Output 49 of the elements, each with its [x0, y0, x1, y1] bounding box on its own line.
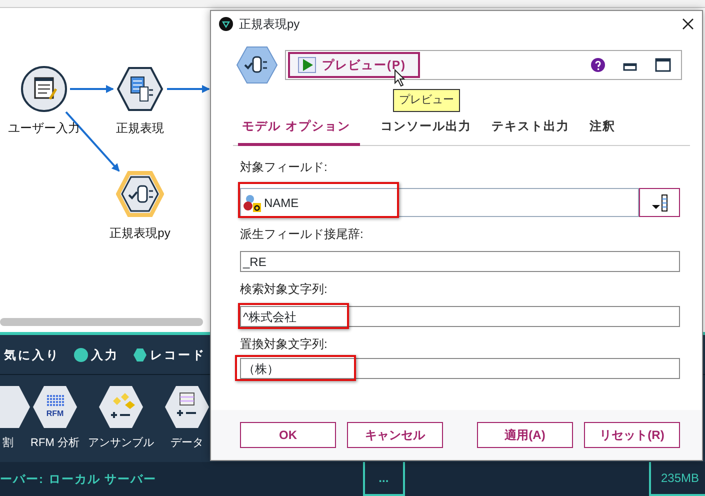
preview-button[interactable]: プレビュー(P): [288, 52, 420, 78]
node-label: 正規表現: [116, 120, 164, 137]
field-selector[interactable]: NAME: [240, 188, 639, 217]
tooltip: プレビュー: [393, 89, 460, 112]
field-label: 検索対象文字列:: [240, 281, 328, 298]
circle-icon: [74, 348, 88, 362]
palette-node-icon[interactable]: [163, 383, 211, 431]
node-label: ユーザー入力: [8, 120, 80, 137]
palette-tab[interactable]: 気に入り: [4, 346, 60, 364]
list-picker-icon: [650, 192, 668, 212]
tab[interactable]: 注釈: [589, 111, 616, 146]
dialog-button[interactable]: リセット(R): [584, 422, 680, 448]
stream-node-icon[interactable]: [20, 65, 68, 113]
field-label: 対象フィールド:: [240, 159, 328, 176]
text-field[interactable]: （株）: [240, 358, 680, 379]
text-field[interactable]: _RE: [240, 251, 680, 272]
field-label: 派生フィールド接尾辞:: [240, 226, 364, 243]
palette-node-icon[interactable]: RFM: [31, 383, 79, 431]
app-logo-icon: [219, 17, 233, 31]
maximize-icon[interactable]: [655, 57, 671, 73]
palette-node-label: RFM 分析: [30, 436, 80, 451]
node-label: 正規表現py: [110, 225, 170, 242]
stream-node-icon[interactable]: [116, 65, 164, 113]
scrollbar-thumb[interactable]: [0, 318, 203, 326]
tab[interactable]: モデル オプション: [238, 111, 360, 146]
palette-node-label: アンサンブル: [88, 436, 154, 451]
string-field-icon: [243, 194, 261, 212]
field-picker-button[interactable]: [639, 188, 680, 217]
dialog-button[interactable]: 適用(A): [477, 422, 573, 448]
tab[interactable]: テキスト出力: [491, 111, 570, 146]
field-label: 置換対象文字列:: [240, 336, 328, 353]
dialog-button[interactable]: キャンセル: [347, 422, 443, 448]
server-status: ーバー: ローカル サーバー: [0, 471, 157, 488]
help-icon[interactable]: [591, 58, 605, 72]
connector-arrow: [167, 85, 210, 93]
close-icon: [682, 18, 694, 30]
palette-node-label: データ: [170, 436, 204, 451]
window-title: 正規表現py: [239, 16, 300, 33]
connector-arrow: [70, 85, 114, 93]
tab[interactable]: コンソール出力: [380, 111, 472, 146]
dialog-button[interactable]: OK: [240, 422, 336, 448]
hexagon-icon: [133, 348, 147, 362]
palette-tab[interactable]: 入力: [91, 346, 119, 364]
play-icon: [298, 57, 316, 73]
text-field[interactable]: ^株式会社: [240, 306, 680, 327]
palette-node-icon[interactable]: [97, 383, 145, 431]
palette-tab[interactable]: レコード: [150, 346, 206, 364]
close-button[interactable]: [680, 16, 696, 32]
palette-node-label: 割: [2, 436, 14, 451]
